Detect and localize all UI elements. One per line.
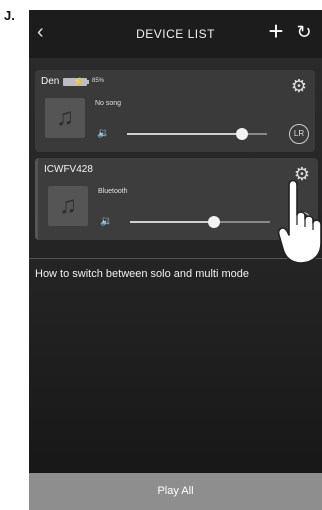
plus-icon: +	[268, 16, 284, 46]
battery-percent: 85%	[92, 78, 105, 84]
gear-icon: ⚙	[290, 76, 308, 96]
song-title: No song	[95, 100, 122, 107]
album-art: ♫	[45, 98, 85, 138]
settings-gear-button[interactable]: ⚙	[289, 76, 309, 96]
top-bar: ‹ DEVICE LIST + ↻	[29, 10, 322, 58]
battery-icon: ⚡	[63, 77, 87, 86]
volume-fill	[127, 133, 242, 135]
speaker-icon: 🔉	[100, 216, 113, 227]
music-note-icon: ♫	[56, 104, 74, 131]
figure-label: J.	[4, 8, 15, 23]
device-card[interactable]: Den ⚡ 85% ⚙ ♫ No song 🔉 LR	[35, 70, 315, 152]
refresh-button[interactable]: ↻	[294, 22, 314, 42]
phone-screen: ‹ DEVICE LIST + ↻ Den ⚡ 85% ⚙ ♫ No song …	[29, 10, 322, 510]
device-name: ICWFV428	[44, 164, 93, 175]
add-device-button[interactable]: +	[265, 18, 287, 44]
volume-fill	[130, 221, 214, 223]
play-all-button[interactable]: Play All	[29, 473, 322, 510]
pointing-hand-icon	[277, 179, 322, 264]
music-note-icon: ♫	[59, 192, 77, 219]
album-art: ♫	[48, 186, 88, 226]
battery-nub	[87, 80, 89, 84]
device-name: Den	[41, 76, 60, 87]
refresh-icon: ↻	[296, 22, 312, 42]
volume-slider[interactable]	[127, 128, 267, 140]
volume-thumb[interactable]	[208, 216, 220, 228]
volume-thumb[interactable]	[235, 128, 248, 140]
volume-slider[interactable]	[130, 216, 270, 228]
channel-button[interactable]: LR	[289, 124, 309, 144]
info-link[interactable]: How to switch between solo and multi mod…	[35, 268, 249, 280]
speaker-icon: 🔉	[97, 128, 110, 139]
song-title: Bluetooth	[98, 188, 128, 195]
